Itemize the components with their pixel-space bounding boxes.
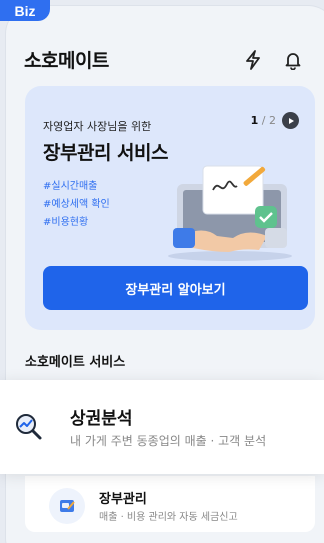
service-desc: 매출 · 비용 관리와 자동 세금신고 [99, 512, 238, 523]
banner-tag: #비용현황 [43, 217, 89, 228]
header-actions [244, 49, 302, 70]
service-card-ledger[interactable]: 장부관리 매출 · 비용 관리와 자동 세금신고 [25, 476, 315, 532]
service-desc: 내 가게 주변 동종업의 매출 · 고객 분석 [70, 434, 267, 448]
pager-current: 1 [250, 114, 259, 127]
bell-icon[interactable] [284, 50, 302, 70]
app-header: 소호메이트 [24, 46, 312, 73]
promo-banner[interactable]: 자영업자 사장님을 위한 장부관리 서비스 #실시간매출 #예상세액 확인 #비… [25, 86, 315, 330]
ledger-icon [49, 488, 85, 524]
service-title: 상권분석 [70, 409, 133, 429]
banner-title: 장부관리 서비스 [43, 142, 168, 164]
banner-pager: 1 / 2 [251, 112, 299, 129]
banner-tags: #실시간매출 #예상세액 확인 #비용현황 [43, 178, 110, 232]
service-title: 장부관리 [99, 492, 147, 507]
handshake-illustration [155, 156, 305, 265]
learn-ledger-button[interactable]: 장부관리 알아보기 [43, 266, 308, 310]
app-title: 소호메이트 [24, 50, 109, 72]
banner-subtitle: 자영업자 사장님을 위한 [43, 120, 152, 133]
chart-magnifier-icon [12, 410, 44, 442]
banner-tag: #실시간매출 [43, 181, 98, 192]
pager-total: / 2 [261, 114, 276, 127]
lightning-icon[interactable] [244, 49, 262, 70]
service-card-market-analysis[interactable]: 상권분석 내 가게 주변 동종업의 매출 · 고객 분석 [0, 380, 324, 474]
banner-tag: #예상세액 확인 [43, 199, 110, 210]
section-title: 소호메이트 서비스 [25, 355, 126, 370]
play-icon[interactable] [282, 112, 299, 129]
biz-badge: Biz [0, 0, 50, 21]
